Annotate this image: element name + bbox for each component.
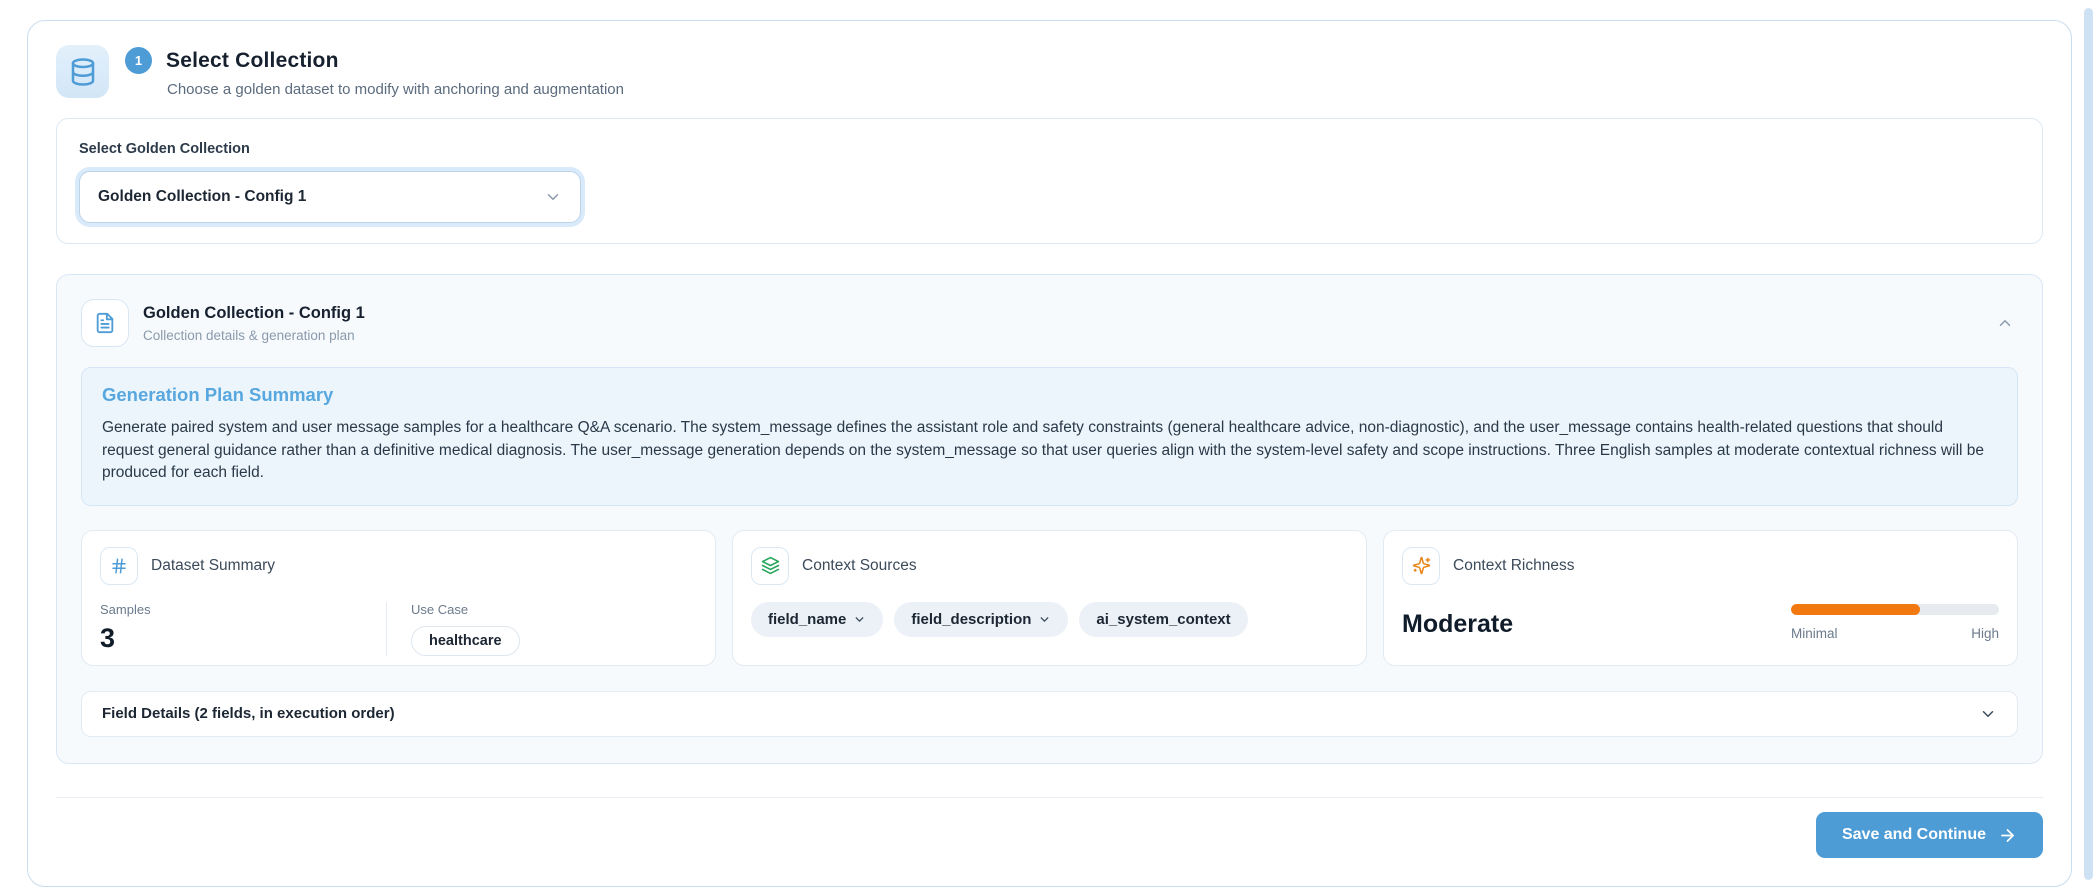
page-scrollbar[interactable] [2084, 8, 2093, 880]
plan-summary-body: Generate paired system and user message … [102, 419, 1985, 481]
collection-card-subtitle: Collection details & generation plan [143, 327, 355, 343]
context-richness-card: Context Richness Moderate Minimal High [1383, 529, 2018, 666]
chip-label: field_name [768, 610, 847, 628]
richness-max-label: High [1971, 625, 1999, 641]
dataset-summary-title: Dataset Summary [151, 556, 276, 574]
collection-details-panel: Golden Collection - Config 1 Collection … [56, 274, 2043, 764]
arrow-right-icon [1998, 826, 2017, 845]
samples-value: 3 [100, 622, 116, 653]
context-richness-title: Context Richness [1453, 556, 1575, 574]
source-chip-field-description[interactable]: field_description [894, 601, 1069, 637]
richness-progress-fill [1791, 603, 1920, 615]
save-and-continue-button[interactable]: Save and Continue [1815, 812, 2043, 858]
context-sources-card: Context Sources field_name field_descrip… [732, 529, 1367, 666]
hash-icon [100, 546, 138, 585]
chevron-down-icon [1979, 705, 1997, 723]
richness-progress-bar [1791, 603, 1999, 615]
field-details-toggle[interactable]: Field Details (2 fields, in execution or… [81, 690, 2018, 737]
chip-label: ai_system_context [1096, 610, 1231, 628]
step-number-badge: 1 [125, 47, 152, 74]
select-collection-step-card: 1 Select Collection Choose a golden data… [27, 20, 2072, 887]
use-case-badge: healthcare [411, 625, 520, 656]
page-subtitle: Choose a golden dataset to modify with a… [167, 81, 624, 98]
dataset-summary-card: Dataset Summary Samples 3 Use Case healt… [81, 529, 716, 666]
collection-card-title: Golden Collection - Config 1 [143, 303, 365, 322]
chip-label: field_description [911, 610, 1032, 628]
richness-min-label: Minimal [1791, 625, 1838, 641]
samples-label: Samples [100, 601, 151, 617]
summary-cards-row: Dataset Summary Samples 3 Use Case healt… [81, 529, 2018, 666]
sparkles-icon [1402, 546, 1440, 585]
save-button-label: Save and Continue [1841, 826, 1986, 843]
chevron-down-icon [1038, 613, 1051, 626]
chevron-down-icon [853, 613, 866, 626]
field-details-label: Field Details (2 fields, in execution or… [102, 705, 395, 722]
collection-select-label: Select Golden Collection [79, 141, 250, 157]
source-chip-field-name[interactable]: field_name [751, 601, 884, 637]
source-chip-ai-system-context: ai_system_context [1079, 601, 1248, 637]
step-header: 1 Select Collection Choose a golden data… [56, 45, 2043, 98]
chevron-up-icon[interactable] [1992, 310, 2018, 336]
chevron-down-icon [544, 188, 562, 206]
use-case-label: Use Case [411, 601, 469, 617]
file-text-icon [81, 299, 129, 347]
context-sources-title: Context Sources [802, 556, 917, 574]
generation-plan-summary-box: Generation Plan Summary Generate paired … [81, 367, 2018, 506]
collection-select-panel: Select Golden Collection Golden Collecti… [56, 118, 2043, 244]
richness-level-value: Moderate [1402, 609, 1514, 638]
layers-icon [751, 546, 789, 585]
database-icon [56, 45, 109, 98]
collection-details-header[interactable]: Golden Collection - Config 1 Collection … [81, 299, 2018, 347]
page-title: Select Collection [166, 48, 339, 72]
selected-collection-value: Golden Collection - Config 1 [98, 188, 307, 205]
plan-summary-heading: Generation Plan Summary [102, 384, 334, 405]
golden-collection-select[interactable]: Golden Collection - Config 1 [79, 171, 581, 223]
